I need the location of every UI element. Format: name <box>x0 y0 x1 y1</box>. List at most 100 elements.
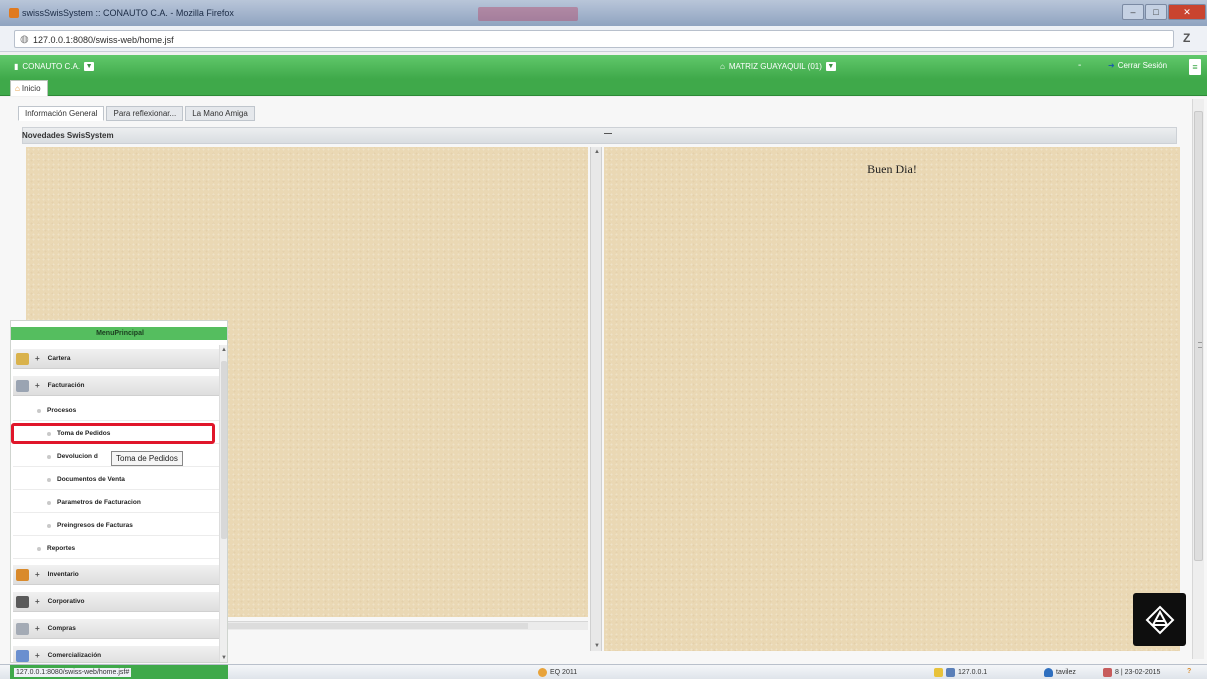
company-icon: ▮ <box>14 62 19 71</box>
document-icon <box>16 379 29 392</box>
z-button[interactable]: Z <box>1183 31 1190 45</box>
menu-group-label: Cartera <box>47 355 71 362</box>
minimize-button[interactable]: – <box>1122 4 1144 20</box>
menu-item-label: Reportes <box>47 545 76 552</box>
menu-group-corporativo[interactable]: + Corporativo <box>13 592 220 612</box>
chart-icon <box>16 649 29 662</box>
home-icon: ⌂ <box>720 62 725 71</box>
expand-icon[interactable]: + <box>35 570 40 579</box>
expand-icon[interactable]: + <box>35 354 40 363</box>
menu-item-preingresos-de-facturas[interactable]: Preingresos de Facturas <box>13 516 220 536</box>
boxes-icon <box>16 568 29 581</box>
page-scroll-thumb[interactable] <box>1194 111 1203 561</box>
expand-icon[interactable]: + <box>35 624 40 633</box>
company-icon <box>538 668 547 677</box>
close-button[interactable]: ✕ <box>1168 4 1206 20</box>
selection-highlight <box>11 423 215 444</box>
window-title: swissSwisSystem :: CONAUTO C.A. - Mozill… <box>22 8 234 18</box>
page-scrollbar[interactable] <box>1192 99 1204 659</box>
status-company: EQ 2011 <box>538 668 577 677</box>
person-icon <box>16 595 29 608</box>
horizontal-scrollbar[interactable] <box>228 621 588 630</box>
status-bar: 127.0.0.1:8080/swiss-web/home.jsf# EQ 20… <box>0 664 1207 679</box>
logo-icon <box>1145 605 1174 634</box>
chevron-down-icon[interactable]: ▼ <box>825 62 836 71</box>
status-ip: 127.0.0.1 <box>934 668 987 677</box>
menu-group-label: Compras <box>47 625 76 632</box>
menu-item-documentos-de-venta[interactable]: Documentos de Venta <box>13 470 220 490</box>
menu-item-label: Parametros de Facturacion <box>57 499 141 506</box>
expand-icon[interactable]: + <box>35 651 40 660</box>
tree-node-icon <box>47 477 51 482</box>
tab-la-mano-amiga[interactable]: La Mano Amiga <box>185 106 255 121</box>
menu-item-label: Procesos <box>47 407 77 414</box>
logout-button[interactable]: ➜ Cerrar Sesión <box>1108 61 1167 70</box>
scroll-thumb[interactable] <box>228 623 528 629</box>
pane-scrollbar[interactable]: ▲ ▼ <box>590 147 602 651</box>
logout-label: Cerrar Sesión <box>1117 61 1168 70</box>
menu-item-label: Devolucion d <box>57 453 98 460</box>
menu-toggle-icon[interactable]: ≡ <box>1189 59 1201 75</box>
greeting-text: Buen Dia! <box>867 162 917 176</box>
scroll-up-icon[interactable]: ▲ <box>594 149 600 155</box>
globe-icon: ◍ <box>20 34 29 45</box>
firefox-icon <box>9 8 19 18</box>
status-date-text: 8 | 23-02-2015 <box>1115 669 1161 676</box>
wallet-icon <box>16 352 29 365</box>
url-text: 127.0.0.1:8080/swiss-web/home.jsf <box>33 35 174 45</box>
expand-icon[interactable]: + <box>35 381 40 390</box>
scroll-up-icon[interactable]: ▲ <box>221 347 227 353</box>
tab-informacion-general[interactable]: Información General <box>18 106 105 121</box>
status-url-text: 127.0.0.1:8080/swiss-web/home.jsf# <box>14 668 132 677</box>
home-icon: ⌂ <box>15 84 20 93</box>
company-name: CONAUTO C.A. <box>22 62 81 71</box>
scroll-down-icon[interactable]: ▼ <box>594 643 600 649</box>
menu-title: MenuPrincipal <box>11 327 227 340</box>
page-tab-bar: ⌂ Inicio <box>0 79 1207 96</box>
scroll-down-icon[interactable]: ▼ <box>221 655 227 661</box>
url-field[interactable]: ◍ 127.0.0.1:8080/swiss-web/home.jsf <box>14 30 1174 48</box>
logout-icon: ➜ <box>1108 61 1115 70</box>
window-title-highlight <box>478 7 578 21</box>
tree-node-icon <box>47 523 51 528</box>
menu-group-compras[interactable]: + Compras <box>13 619 220 639</box>
menu-item-parametros-de-facturacion[interactable]: Parametros de Facturacion <box>13 493 220 513</box>
app-header: ▮ CONAUTO C.A. ▼ ⌂ MATRIZ GUAYAQUIL (01)… <box>0 55 1207 79</box>
menu-scroll-thumb[interactable] <box>221 361 227 539</box>
collapse-icon[interactable] <box>604 133 612 134</box>
maximize-button[interactable]: □ <box>1145 4 1167 20</box>
tab-inicio[interactable]: ⌂ Inicio <box>10 80 48 96</box>
menu-scrollbar[interactable]: ▲ ▼ <box>219 345 227 662</box>
status-company-code: EQ 2011 <box>550 669 578 676</box>
address-bar: ◍ 127.0.0.1:8080/swiss-web/home.jsf Z <box>0 26 1207 52</box>
expand-icon[interactable]: + <box>35 597 40 606</box>
menu-item-label: Documentos de Venta <box>57 476 125 483</box>
tree-node-icon <box>37 408 41 413</box>
header-separator: - <box>1078 60 1082 71</box>
menu-group-facturacion[interactable]: + Facturación <box>13 376 220 396</box>
status-date: 8 | 23-02-2015 <box>1103 668 1160 677</box>
monitor-icon <box>946 668 955 677</box>
help-icon: ? <box>1187 668 1192 675</box>
status-url: 127.0.0.1:8080/swiss-web/home.jsf# <box>10 665 228 679</box>
company-selector[interactable]: ▮ CONAUTO C.A. ▼ <box>14 62 95 71</box>
menu-group-inventario[interactable]: + Inventario <box>13 565 220 585</box>
chevron-down-icon[interactable]: ▼ <box>84 62 95 71</box>
tab-inicio-label: Inicio <box>21 84 41 93</box>
panel-title: Novedades SwisSystem <box>22 131 114 140</box>
menu-group-comercializacion[interactable]: + Comercialización <box>13 646 220 662</box>
menu-item-procesos[interactable]: Procesos <box>13 401 220 421</box>
menu-group-cartera[interactable]: + Cartera <box>13 349 220 369</box>
star-icon <box>934 668 943 677</box>
menu-item-reportes[interactable]: Reportes <box>13 539 220 559</box>
menu-group-label: Inventario <box>47 571 79 578</box>
help-button[interactable]: ? <box>1187 668 1191 675</box>
branch-name: MATRIZ GUAYAQUIL (01) <box>728 62 822 71</box>
tab-para-reflexionar[interactable]: Para reflexionar... <box>106 106 184 121</box>
status-user: tavilez <box>1044 668 1076 677</box>
menu-group-label: Corporativo <box>47 598 85 605</box>
branch-selector[interactable]: ⌂ MATRIZ GUAYAQUIL (01) ▼ <box>720 62 836 71</box>
menu-group-label: Facturación <box>47 382 85 389</box>
info-tabs: Información General Para reflexionar... … <box>18 106 255 121</box>
cart-icon <box>16 622 29 635</box>
